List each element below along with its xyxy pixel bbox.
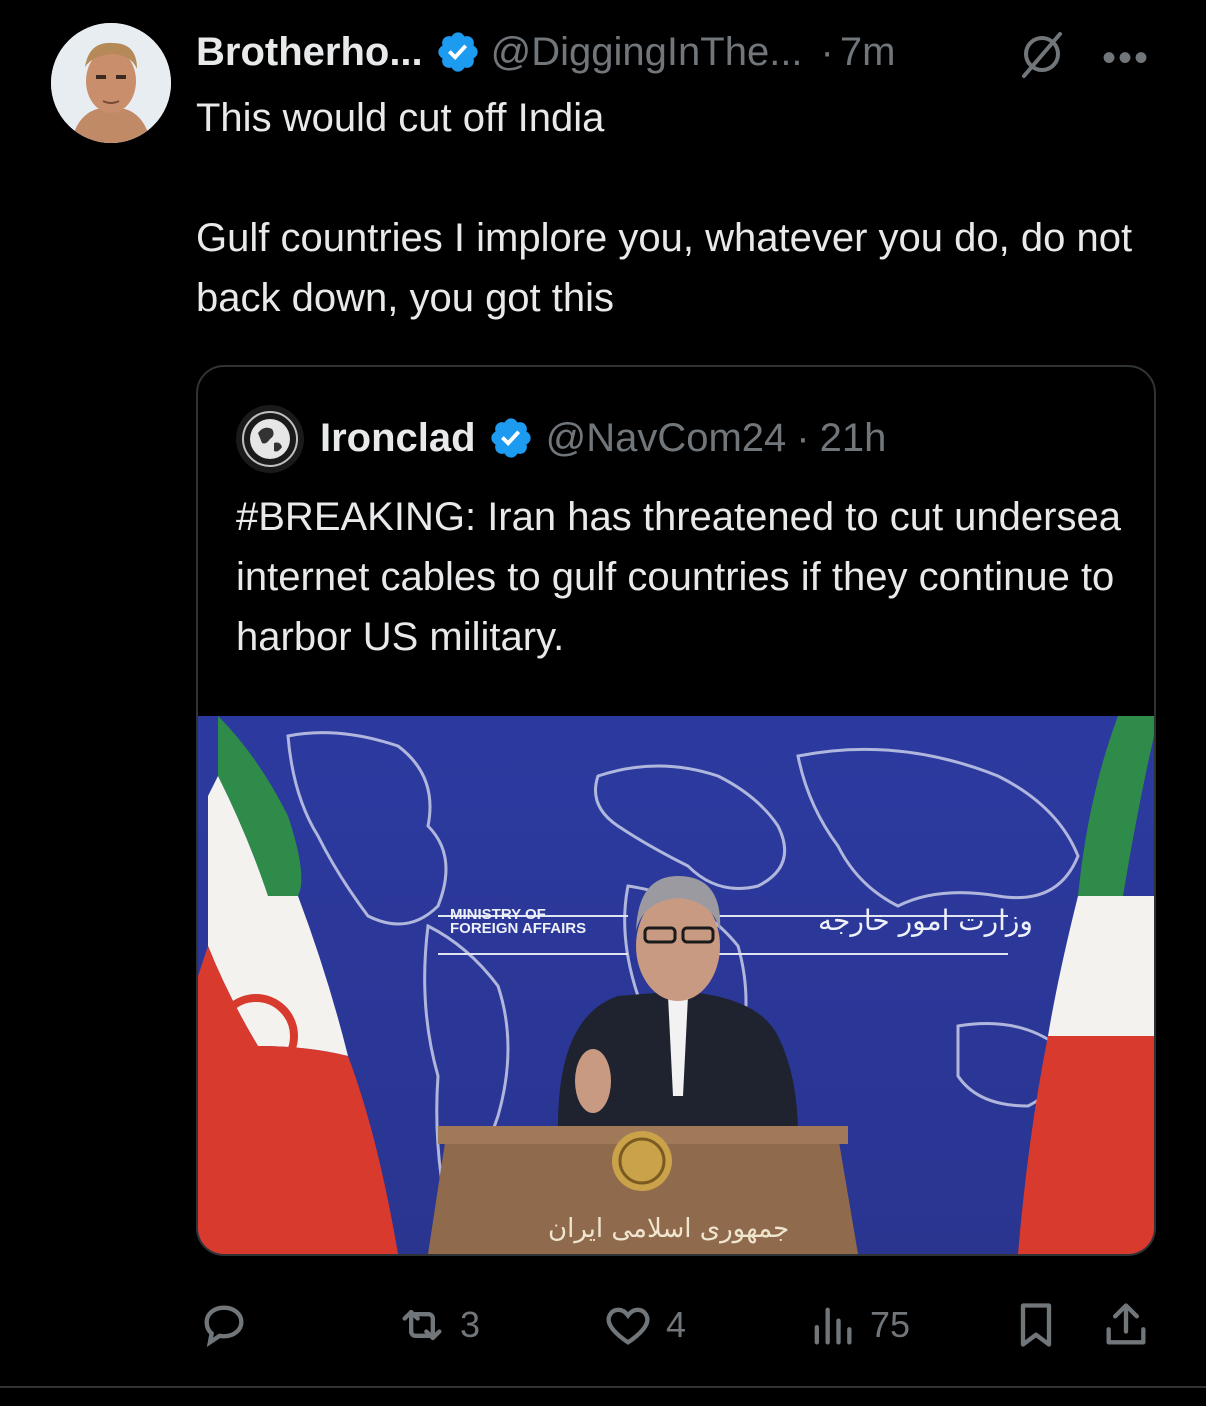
paragraph-spacer bbox=[196, 148, 1166, 208]
repost-count: 3 bbox=[460, 1304, 481, 1345]
verified-badge-icon bbox=[435, 29, 481, 75]
verified-badge-icon bbox=[488, 415, 534, 461]
author-handle[interactable]: @DiggingInThe... bbox=[491, 30, 803, 75]
reply-button[interactable] bbox=[198, 1290, 262, 1360]
views-button[interactable]: 75 bbox=[806, 1290, 910, 1360]
quoted-separator: · bbox=[796, 415, 810, 460]
quoted-time[interactable]: 21h bbox=[820, 416, 887, 461]
action-bar: 3 4 75 bbox=[0, 1290, 1206, 1360]
views-count: 75 bbox=[870, 1304, 911, 1345]
sign-english-line2: FOREIGN AFFAIRS bbox=[450, 920, 587, 937]
author-avatar[interactable] bbox=[51, 23, 171, 143]
podium-inscription: جمهوری اسلامی ایران bbox=[548, 1214, 790, 1244]
tweet-text: This would cut off India Gulf countries … bbox=[196, 88, 1166, 328]
repost-icon bbox=[402, 1309, 442, 1341]
header-separator: · bbox=[820, 29, 834, 74]
heart-icon bbox=[606, 1307, 650, 1345]
sign-english: MINISTRY OF FOREIGN AFFAIRS bbox=[450, 907, 587, 937]
quoted-media-image[interactable]: MINISTRY OF FOREIGN AFFAIRS وزارت امور خ… bbox=[198, 716, 1154, 1254]
tweet-paragraph-2: Gulf countries I implore you, whatever y… bbox=[196, 216, 1133, 320]
reply-icon bbox=[204, 1305, 244, 1348]
repost-button[interactable]: 3 bbox=[396, 1290, 480, 1360]
share-icon bbox=[1106, 1303, 1146, 1345]
quoted-tweet-card[interactable]: Ironclad @NavCom24 · 21h #BREAKING: Iran… bbox=[196, 365, 1156, 1256]
sign-persian: وزارت امور خارجه bbox=[818, 904, 1033, 937]
analytics-icon bbox=[814, 1307, 852, 1345]
like-count: 4 bbox=[666, 1304, 687, 1345]
tweet-paragraph-1: This would cut off India bbox=[196, 96, 605, 140]
share-button[interactable] bbox=[1100, 1290, 1152, 1360]
quoted-author-name[interactable]: Ironclad bbox=[320, 416, 476, 461]
quoted-author-avatar[interactable] bbox=[236, 405, 304, 473]
tweet-time[interactable]: 7m bbox=[840, 30, 896, 75]
bookmark-icon bbox=[1020, 1303, 1052, 1347]
grok-icon[interactable] bbox=[1014, 26, 1070, 82]
more-options-icon[interactable]: ••• bbox=[1102, 36, 1150, 81]
tweet-divider bbox=[0, 1386, 1206, 1388]
quoted-text: #BREAKING: Iran has threatened to cut un… bbox=[236, 495, 1121, 659]
bookmark-button[interactable] bbox=[1010, 1290, 1062, 1360]
quoted-header: Ironclad @NavCom24 · 21h bbox=[320, 411, 886, 465]
author-name[interactable]: Brotherho... bbox=[196, 30, 423, 75]
like-button[interactable]: 4 bbox=[602, 1290, 686, 1360]
tweet-header: Brotherho... @DiggingInThe... · 7m bbox=[196, 24, 895, 80]
quoted-author-handle[interactable]: @NavCom24 bbox=[546, 416, 787, 461]
